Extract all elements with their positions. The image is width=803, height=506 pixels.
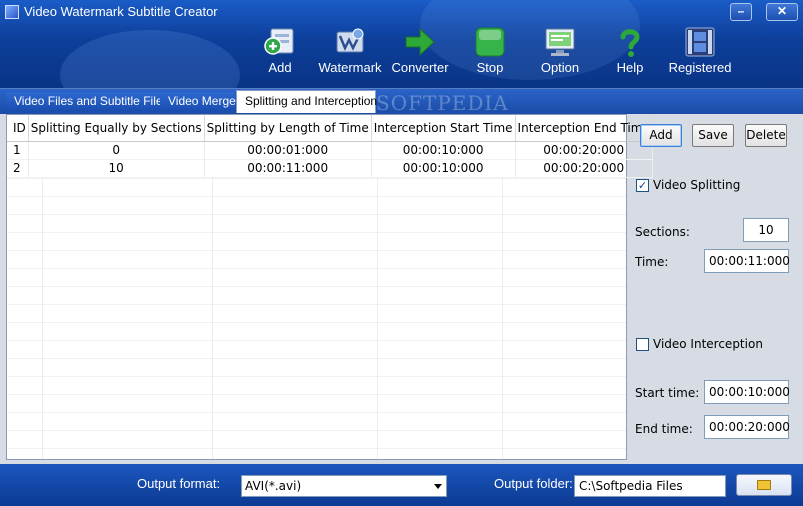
cell-sections: 0 [28,141,205,160]
output-folder-input[interactable]: C:\Softpedia Files [574,475,726,497]
segments-table[interactable]: ID Splitting Equally by Sections Splitti… [6,114,653,460]
help-toolbar-label: Help [616,60,644,75]
add-toolbar-button[interactable]: Add [244,26,316,84]
output-format-label: Output format: [137,476,221,491]
video-splitting-checkbox[interactable]: ✓ [636,179,649,192]
monitor-icon [545,28,575,56]
add-button[interactable]: Add [640,124,682,147]
option-toolbar-button[interactable]: Option [524,26,596,84]
browse-folder-button[interactable] [736,474,792,496]
registered-toolbar-label: Registered [668,60,732,75]
chevron-down-icon [434,484,442,489]
add-toolbar-label: Add [268,60,292,75]
column-header-id[interactable]: ID [7,115,29,142]
help-toolbar-button[interactable]: Help [594,26,666,84]
save-button[interactable]: Save [692,124,734,147]
folder-icon [757,480,771,490]
cell-id: 2 [7,159,29,178]
cell-id: 1 [7,141,29,160]
film-icon [685,27,715,57]
time-input[interactable]: 00:00:11:000 [704,249,790,273]
column-header-sections[interactable]: Splitting Equally by Sections [28,115,205,142]
window-title: Video Watermark Subtitle Creator [24,4,218,19]
time-label: Time: [635,255,669,269]
registered-toolbar-button[interactable]: Registered [664,26,736,84]
end-time-label: End time: [635,422,693,436]
main-panel: Video Files and Subtitle Files Video Mer… [0,88,803,464]
cell-sections: 10 [28,159,205,178]
watermark-toolbar-label: Watermark [318,60,382,75]
cell-length: 00:00:11:000 [204,159,372,178]
option-toolbar-label: Option [540,60,580,75]
watermark-toolbar-button[interactable]: Watermark [314,26,386,84]
video-interception-checkbox[interactable] [636,338,649,351]
cell-length: 00:00:01:000 [204,141,372,160]
softpedia-watermark: SOFTPEDIA [376,91,509,115]
output-format-select[interactable]: AVI(*.avi) [241,475,447,497]
title-bar: Video Watermark Subtitle Creator – ✕ [0,0,803,24]
watermark-icon [336,28,364,53]
settings-panel: Add Save Delete ✓ Video Splitting Sectio… [630,114,800,460]
video-interception-label: Video Interception [653,337,763,351]
delete-button[interactable]: Delete [745,124,787,147]
sections-label: Sections: [635,225,690,239]
video-splitting-label: Video Splitting [653,178,741,192]
tab-splitting-interception[interactable]: Splitting and Interception [236,90,377,113]
table-header-row: ID Splitting Equally by Sections Splitti… [7,115,653,142]
header-decoration [60,30,240,88]
column-header-start[interactable]: Interception Start Time [371,115,516,142]
minimize-button[interactable]: – [730,3,752,21]
close-button[interactable]: ✕ [766,3,798,21]
sections-input[interactable]: 10 [743,218,789,242]
stop-toolbar-button[interactable]: Stop [454,26,526,84]
output-format-value: AVI(*.avi) [245,479,302,493]
stop-icon [475,27,505,57]
table-row[interactable]: 2 10 00:00:11:000 00:00:10:000 00:00:20:… [7,159,653,178]
column-header-length[interactable]: Splitting by Length of Time [204,115,372,142]
cell-start: 00:00:10:000 [371,159,516,178]
help-icon [620,29,640,57]
footer-bar: Output format: AVI(*.avi) Output folder:… [0,464,803,506]
cell-start: 00:00:10:000 [371,141,516,160]
add-icon [264,28,294,55]
tab-video-merge[interactable]: Video Merge [160,92,236,111]
header: Video Watermark Subtitle Creator – ✕ Add… [0,0,803,88]
output-folder-label: Output folder: [494,476,573,491]
converter-toolbar-button[interactable]: Converter [384,26,456,84]
table-row[interactable]: 1 0 00:00:01:000 00:00:10:000 00:00:20:0… [7,141,653,160]
converter-toolbar-label: Converter [391,60,449,75]
stop-toolbar-label: Stop [476,60,504,75]
tab-video-files[interactable]: Video Files and Subtitle Files [6,92,169,111]
start-time-label: Start time: [635,386,700,400]
empty-grid [7,178,626,459]
arrow-right-icon [405,27,435,57]
app-icon [5,5,19,19]
start-time-input[interactable]: 00:00:10:000 [704,380,790,404]
end-time-input[interactable]: 00:00:20:000 [704,415,790,439]
segments-grid: ID Splitting Equally by Sections Splitti… [7,115,653,178]
